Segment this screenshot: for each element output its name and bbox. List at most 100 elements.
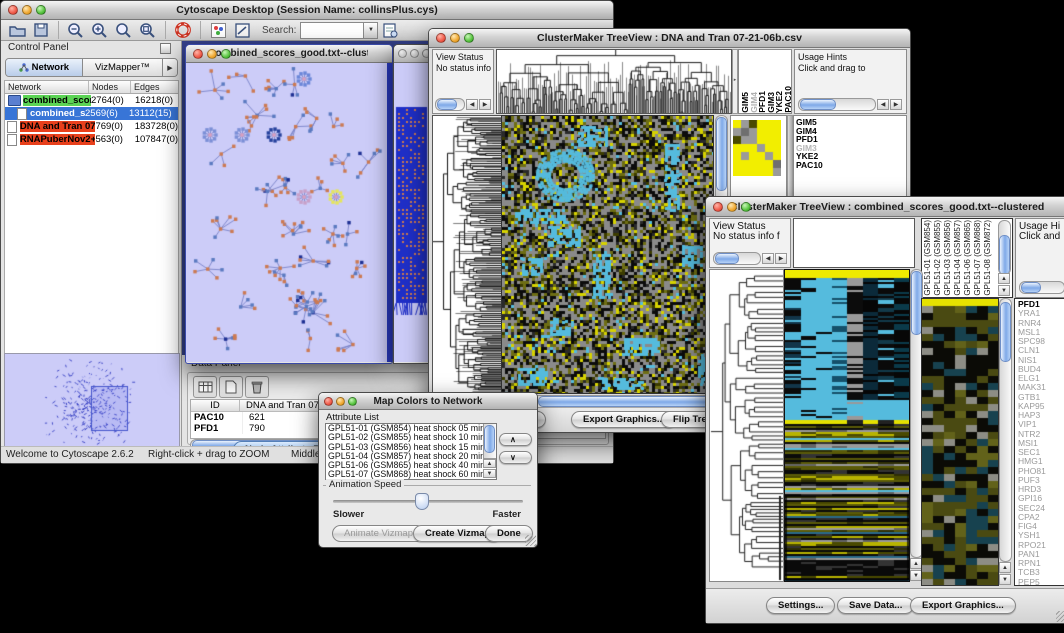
- tv2-column-dendrogram[interactable]: [793, 218, 915, 268]
- network-table-header[interactable]: Network Nodes Edges: [5, 81, 178, 94]
- network-row-dna-tran[interactable]: DNA and Tran 07 769(0) 183728(0): [5, 120, 178, 133]
- zoom-in-icon[interactable]: [89, 20, 111, 40]
- dialog-title-bar[interactable]: Map Colors to Network: [319, 393, 537, 410]
- close-button[interactable]: [436, 33, 446, 43]
- attribute-browser-icon[interactable]: [379, 20, 401, 40]
- animate-vizmap-button[interactable]: Animate Vizmap: [332, 525, 425, 542]
- float-panel-icon[interactable]: [160, 43, 171, 54]
- close-button[interactable]: [324, 397, 333, 406]
- tv2-column-label[interactable]: GPL51-03 (GSM856): [943, 220, 953, 296]
- scroll-up-icon[interactable]: ▲: [999, 562, 1011, 573]
- scroll-up-icon[interactable]: ▲: [998, 273, 1010, 284]
- hscroll-thumb[interactable]: [538, 396, 718, 407]
- annotation-icon[interactable]: [231, 20, 253, 40]
- network-view-title-bar[interactable]: combined_scores_good.txt--cluste...: [186, 45, 392, 63]
- network-view-2-title-bar[interactable]: [394, 45, 430, 63]
- tv2-hints-hscrollbar[interactable]: [1019, 281, 1064, 294]
- tv1-column-labels[interactable]: GIM5GIM4PFD1GIM3YKE2PAC10: [738, 49, 792, 114]
- tv2-export-graphics-button[interactable]: Export Graphics...: [910, 597, 1016, 614]
- zoom-button[interactable]: [36, 5, 46, 15]
- close-button[interactable]: [8, 5, 18, 15]
- tab-network[interactable]: Network: [6, 59, 83, 76]
- tv2-column-labels[interactable]: GPL51-01 (GSM854)GPL51-02 (GSM855)GPL51-…: [923, 218, 993, 296]
- attribute-select-icon[interactable]: [193, 376, 217, 398]
- network-row-rnapuber[interactable]: RNAPuberNov2+ 563(0) 107847(0): [5, 133, 178, 146]
- help-icon[interactable]: [172, 20, 194, 40]
- zoom-button[interactable]: [464, 33, 474, 43]
- close-button[interactable]: [713, 202, 723, 212]
- minimize-button[interactable]: [727, 202, 737, 212]
- minimize-button[interactable]: [22, 5, 32, 15]
- tv2-gene-label[interactable]: PEP5: [1015, 578, 1064, 587]
- tv2-column-label[interactable]: GPL51-06 (GSM865): [963, 220, 973, 296]
- scroll-left-icon[interactable]: ◀: [877, 99, 889, 110]
- vscroll-thumb[interactable]: [484, 425, 495, 453]
- col-nodes[interactable]: Nodes: [89, 81, 131, 93]
- scroll-left-icon[interactable]: ◀: [762, 253, 774, 264]
- tab-overflow-button[interactable]: ▶: [163, 59, 177, 76]
- delete-attribute-icon[interactable]: [245, 376, 269, 398]
- scroll-up-icon[interactable]: ▲: [483, 459, 496, 468]
- tv2-column-label[interactable]: GPL51-02 (GSM855): [933, 220, 943, 296]
- tv2-gene-list[interactable]: PFD1YRA1RNR4MSL1SPC98CLN1NIS1BUD4ELG1MAK…: [1014, 298, 1064, 586]
- scroll-right-icon[interactable]: ▶: [775, 253, 787, 264]
- hscroll-thumb[interactable]: [715, 253, 739, 264]
- zoom-selected-icon[interactable]: [137, 20, 159, 40]
- hscroll-thumb[interactable]: [1021, 282, 1041, 293]
- tv2-heatmap[interactable]: [784, 269, 910, 582]
- vizmapper-icon[interactable]: [207, 20, 229, 40]
- scroll-down-icon[interactable]: ▼: [483, 469, 496, 478]
- vscroll-thumb[interactable]: [716, 117, 727, 191]
- treeview1-title-bar[interactable]: ClusterMaker TreeView : DNA and Tran 07-…: [429, 29, 910, 48]
- resize-grip[interactable]: [1056, 611, 1064, 622]
- tv2-column-label[interactable]: GPL51-04 (GSM857): [953, 220, 963, 296]
- tv2-zoom-heatmap[interactable]: [921, 298, 999, 586]
- zoom-button[interactable]: [741, 202, 751, 212]
- scroll-right-icon[interactable]: ▶: [890, 99, 902, 110]
- network-row-combined-sco-selected[interactable]: combined_sco 2569(6) 13112(15): [5, 107, 178, 120]
- hscroll-thumb[interactable]: [800, 99, 836, 110]
- zoom-button[interactable]: [348, 397, 357, 406]
- scroll-left-icon[interactable]: ◀: [466, 99, 478, 110]
- network-canvas[interactable]: [186, 63, 390, 362]
- data-col-id[interactable]: ID: [191, 400, 240, 411]
- search-input[interactable]: [300, 22, 364, 39]
- minimize-button[interactable]: [207, 49, 217, 59]
- vscroll-thumb[interactable]: [999, 235, 1010, 275]
- save-session-icon[interactable]: [30, 20, 52, 40]
- zoom-fit-icon[interactable]: [113, 20, 135, 40]
- tv1-zoom-matrix[interactable]: [733, 120, 781, 176]
- tv1-hints-hscrollbar[interactable]: ◀ ▶: [798, 98, 902, 111]
- attribute-listbox[interactable]: GPL51-01 (GSM854) heat shock 05 minGPL51…: [325, 423, 497, 480]
- search-dropdown-icon[interactable]: ▼: [364, 22, 378, 39]
- birdseye-view[interactable]: [4, 353, 180, 455]
- col-network[interactable]: Network: [5, 81, 89, 93]
- tv2-settings-button[interactable]: Settings...: [766, 597, 835, 614]
- scroll-right-icon[interactable]: ▶: [479, 99, 491, 110]
- scroll-down-icon[interactable]: ▼: [998, 285, 1010, 296]
- zoom-out-icon[interactable]: [65, 20, 87, 40]
- attribute-list-vscrollbar[interactable]: ▲ ▼: [483, 424, 496, 479]
- zoom-button[interactable]: [221, 49, 231, 59]
- move-down-button[interactable]: ∨: [499, 451, 532, 464]
- tv2-labels-vscrollbar[interactable]: ▲ ▼: [998, 220, 1011, 297]
- close-button[interactable]: [398, 49, 407, 58]
- tv2-column-label[interactable]: GPL51-07 (GSM868): [973, 220, 983, 296]
- move-up-button[interactable]: ∧: [499, 433, 532, 446]
- tv1-status-hscrollbar[interactable]: ◀ ▶: [435, 98, 491, 111]
- speed-slider-thumb[interactable]: [415, 493, 429, 510]
- open-session-icon[interactable]: [6, 20, 28, 40]
- resize-grip[interactable]: [525, 535, 536, 546]
- hscroll-thumb[interactable]: [437, 99, 457, 110]
- network-row-combined-scores[interactable]: combined_scores 2764(0) 16218(0): [5, 94, 178, 107]
- tv2-status-hscrollbar[interactable]: ◀ ▶: [713, 252, 787, 265]
- tv1-gene-label[interactable]: PAC10: [794, 161, 906, 170]
- col-edges[interactable]: Edges: [131, 81, 178, 93]
- close-button[interactable]: [193, 49, 203, 59]
- tv2-column-label[interactable]: GPL51-08 (GSM872): [983, 220, 993, 296]
- minimize-button[interactable]: [336, 397, 345, 406]
- new-attribute-icon[interactable]: [219, 376, 243, 398]
- tv2-column-label[interactable]: GPL51-01 (GSM854): [923, 220, 933, 296]
- tab-vizmapper[interactable]: VizMapper™: [83, 59, 163, 76]
- minimize-button[interactable]: [450, 33, 460, 43]
